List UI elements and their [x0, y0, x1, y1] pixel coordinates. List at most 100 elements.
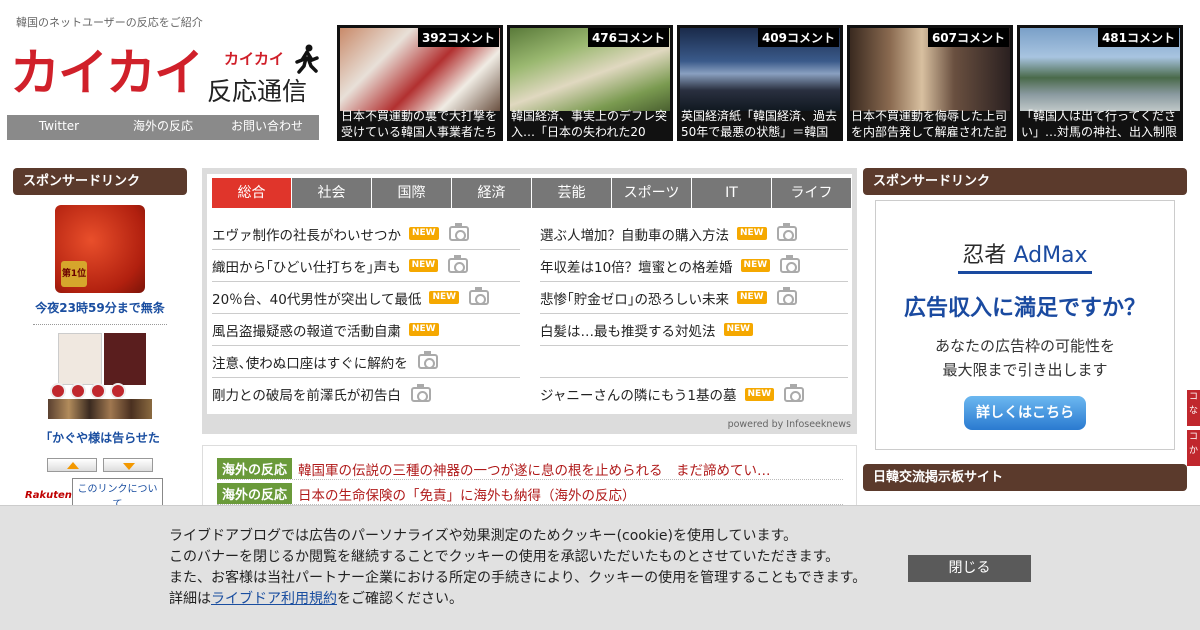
new-badge: NEW	[409, 323, 439, 336]
terms-link[interactable]: ライブドア利用規約	[211, 591, 337, 607]
news-item[interactable]: 風呂盗撮疑惑の報道で活動自粛 NEW	[212, 314, 520, 346]
news-title[interactable]: 20％台、40代男性が突出して最低	[212, 288, 421, 308]
ad1-link[interactable]: 今夜23時59分まで無条	[13, 299, 187, 316]
news-item[interactable]: 白髪は…最も推奨する対処法 NEW	[540, 314, 848, 346]
cookie-close-button[interactable]: 閉じる	[908, 555, 1031, 582]
new-badge: NEW	[723, 323, 754, 336]
ad-brand-b: AdMax	[1013, 243, 1088, 268]
camera-icon	[780, 255, 801, 273]
dvd-photo-strip	[48, 399, 152, 419]
top-article[interactable]: 476コメント 韓国経済、事実上のデフレ突入…「日本の失われた20	[507, 25, 673, 141]
header-nav: Twitter 海外の反応 お問い合わせ	[7, 115, 319, 140]
news-title[interactable]: 悲惨｢貯金ゼロ｣の恐ろしい未来	[540, 288, 729, 308]
news-item[interactable]	[540, 346, 848, 378]
ad-pager	[13, 458, 187, 472]
cookie-line4-pre: 詳細は	[169, 591, 211, 607]
tab-international[interactable]: 国際	[372, 178, 451, 208]
news-title[interactable]: エヴァ制作の社長がわいせつか	[212, 224, 401, 244]
tab-general[interactable]: 総合	[212, 178, 291, 208]
disc-icon	[50, 383, 66, 399]
camera-icon	[469, 287, 490, 305]
news-panel: 総合 社会 国際 経済 芸能 スポーツ IT ライフ エヴァ制作の社長がわいせつ…	[207, 174, 852, 414]
camera-icon	[448, 223, 469, 241]
article-caption: 英国経済紙「韓国経済、過去50年で最悪の状態」＝韓国	[681, 109, 838, 139]
ninja-admax-ad[interactable]: 忍者 AdMax 広告収入に満足ですか？ あなたの広告枠の可能性を 最大限まで引…	[875, 200, 1175, 450]
dvd-product-image[interactable]	[48, 333, 152, 419]
news-list-left: エヴァ制作の社長がわいせつか NEW 織田から｢ひどい仕打ちを｣声も NEW 20％台、…	[212, 218, 520, 410]
news-title[interactable]: 選ぶ人増加？自動車の購入方法	[540, 224, 729, 244]
tab-entertainment[interactable]: 芸能	[532, 178, 611, 208]
camera-icon	[776, 223, 797, 241]
news-item[interactable]: 悲惨｢貯金ゼロ｣の恐ろしい未来 NEW	[540, 282, 848, 314]
prev-ad-button[interactable]	[47, 458, 97, 472]
site-logo[interactable]: カイカイ カイカイ 反応通信	[10, 44, 320, 106]
news-item[interactable]: 剛力との破局を前澤氏が初告白	[212, 378, 520, 410]
news-item[interactable]: 注意､使わぬ口座はすぐに解約を	[212, 346, 520, 378]
list-item[interactable]: 海外の反応 日本の生命保険の「免責」に海外も納得（海外の反応）	[217, 483, 843, 505]
cookie-line3: また、お客様は当社パートナー企業における所定の手続きにより、クッキーの使用を管理…	[169, 570, 867, 586]
side-tab-2[interactable]: コ か	[1187, 430, 1200, 466]
ad-details-button[interactable]: 詳しくはこちら	[964, 396, 1086, 430]
top-article[interactable]: 409コメント 英国経済紙「韓国経済、過去50年で最悪の状態」＝韓国	[677, 25, 843, 141]
cookie-text: ライブドアブログでは広告のパーソナライズや効果測定のためクッキー(cookie)…	[169, 526, 866, 610]
news-item[interactable]: 20％台、40代男性が突出して最低 NEW	[212, 282, 520, 314]
ad-headline: 広告収入に満足ですか？	[903, 296, 1146, 321]
ad-separator	[33, 324, 167, 325]
article-caption: 「韓国人は出て行ってください」…対馬の神社、出入制限	[1021, 109, 1178, 139]
running-man-icon	[295, 44, 319, 74]
new-badge: NEW	[744, 387, 775, 401]
news-item[interactable]: エヴァ制作の社長がわいせつか NEW	[212, 218, 520, 250]
side-tab-1[interactable]: コ な	[1187, 390, 1200, 426]
news-title[interactable]: 剛力との破局を前澤氏が初告白	[212, 384, 401, 404]
news-item[interactable]: 年収差は10倍？壇蜜との格差婚 NEW	[540, 250, 848, 282]
overseas-tag: 海外の反応	[217, 458, 293, 479]
powered-by: powered by Infoseeknews	[727, 419, 851, 430]
dvd-cover-right	[104, 333, 146, 385]
tab-it[interactable]: IT	[692, 178, 771, 208]
tab-sports[interactable]: スポーツ	[612, 178, 691, 208]
news-title[interactable]: 織田から｢ひどい仕打ちを｣声も	[212, 256, 401, 276]
tab-life[interactable]: ライフ	[772, 178, 851, 208]
news-item[interactable]: 選ぶ人増加？自動車の購入方法 NEW	[540, 218, 848, 250]
crab-product-image[interactable]: 第1位	[55, 205, 145, 293]
nav-contact[interactable]: お問い合わせ	[215, 115, 319, 140]
overseas-link[interactable]: 日本の生命保険の「免責」に海外も納得（海外の反応）	[298, 484, 636, 504]
disc-icon	[90, 383, 106, 399]
news-title[interactable]: 白髪は…最も推奨する対処法	[540, 320, 716, 340]
news-widget: 総合 社会 国際 経済 芸能 スポーツ IT ライフ エヴァ制作の社長がわいせつ…	[202, 168, 857, 434]
tab-economy[interactable]: 経済	[452, 178, 531, 208]
news-title[interactable]: ジャニーさんの隣にもう1基の墓	[540, 384, 737, 404]
camera-icon	[448, 255, 469, 273]
news-title[interactable]: 風呂盗撮疑惑の報道で活動自粛	[212, 320, 401, 340]
new-badge: NEW	[737, 227, 767, 240]
logo-main: カイカイ	[10, 44, 204, 102]
comment-count: 481コメント	[1097, 28, 1179, 47]
article-caption: 韓国経済、事実上のデフレ突入…「日本の失われた20	[511, 109, 668, 139]
news-title[interactable]: 年収差は10倍？壇蜜との格差婚	[540, 256, 733, 276]
comment-count: 392コメント	[417, 28, 499, 47]
disc-icon	[70, 383, 86, 399]
ad2-link[interactable]: 「かぐや様は告らせた	[13, 429, 187, 446]
article-caption: 日本不買運動の裏で大打撃を受けている韓国人事業者たち	[341, 109, 498, 139]
nav-twitter[interactable]: Twitter	[7, 115, 111, 140]
top-article[interactable]: 607コメント 日本不買運動を侮辱した上司を内部告発して解雇された記	[847, 25, 1013, 141]
news-item[interactable]: 織田から｢ひどい仕打ちを｣声も NEW	[212, 250, 520, 282]
site-tagline: 韓国のネットユーザーの反応をご紹介	[16, 16, 203, 29]
rakuten-logo[interactable]: Rakuten	[25, 490, 72, 501]
left-sponsor-ads: 第1位 今夜23時59分まで無条 「かぐや様は告らせた Rakuten このリン…	[13, 205, 187, 512]
top-article[interactable]: 392コメント 日本不買運動の裏で大打撃を受けている韓国人事業者たち	[337, 25, 503, 141]
overseas-tag: 海外の反応	[217, 483, 293, 504]
news-item[interactable]: ジャニーさんの隣にもう1基の墓 NEW	[540, 378, 848, 410]
disc-icon	[110, 383, 126, 399]
camera-icon	[776, 287, 797, 305]
ad-subtext: あなたの広告枠の可能性を 最大限まで引き出します	[876, 334, 1174, 382]
news-title[interactable]: 注意､使わぬ口座はすぐに解約を	[212, 352, 408, 372]
next-ad-button[interactable]	[103, 458, 153, 472]
comment-count: 409コメント	[757, 28, 839, 47]
overseas-link[interactable]: 韓国軍の伝説の三種の神器の一つが遂に息の根を止められる まだ諦めてい…	[298, 459, 771, 479]
tab-society[interactable]: 社会	[292, 178, 371, 208]
exchange-board-header: 日韓交流掲示板サイト	[863, 464, 1187, 491]
list-item[interactable]: 海外の反応 韓国軍の伝説の三種の神器の一つが遂に息の根を止められる まだ諦めてい…	[217, 458, 843, 480]
nav-overseas[interactable]: 海外の反応	[111, 115, 215, 140]
top-article[interactable]: 481コメント 「韓国人は出て行ってください」…対馬の神社、出入制限	[1017, 25, 1183, 141]
